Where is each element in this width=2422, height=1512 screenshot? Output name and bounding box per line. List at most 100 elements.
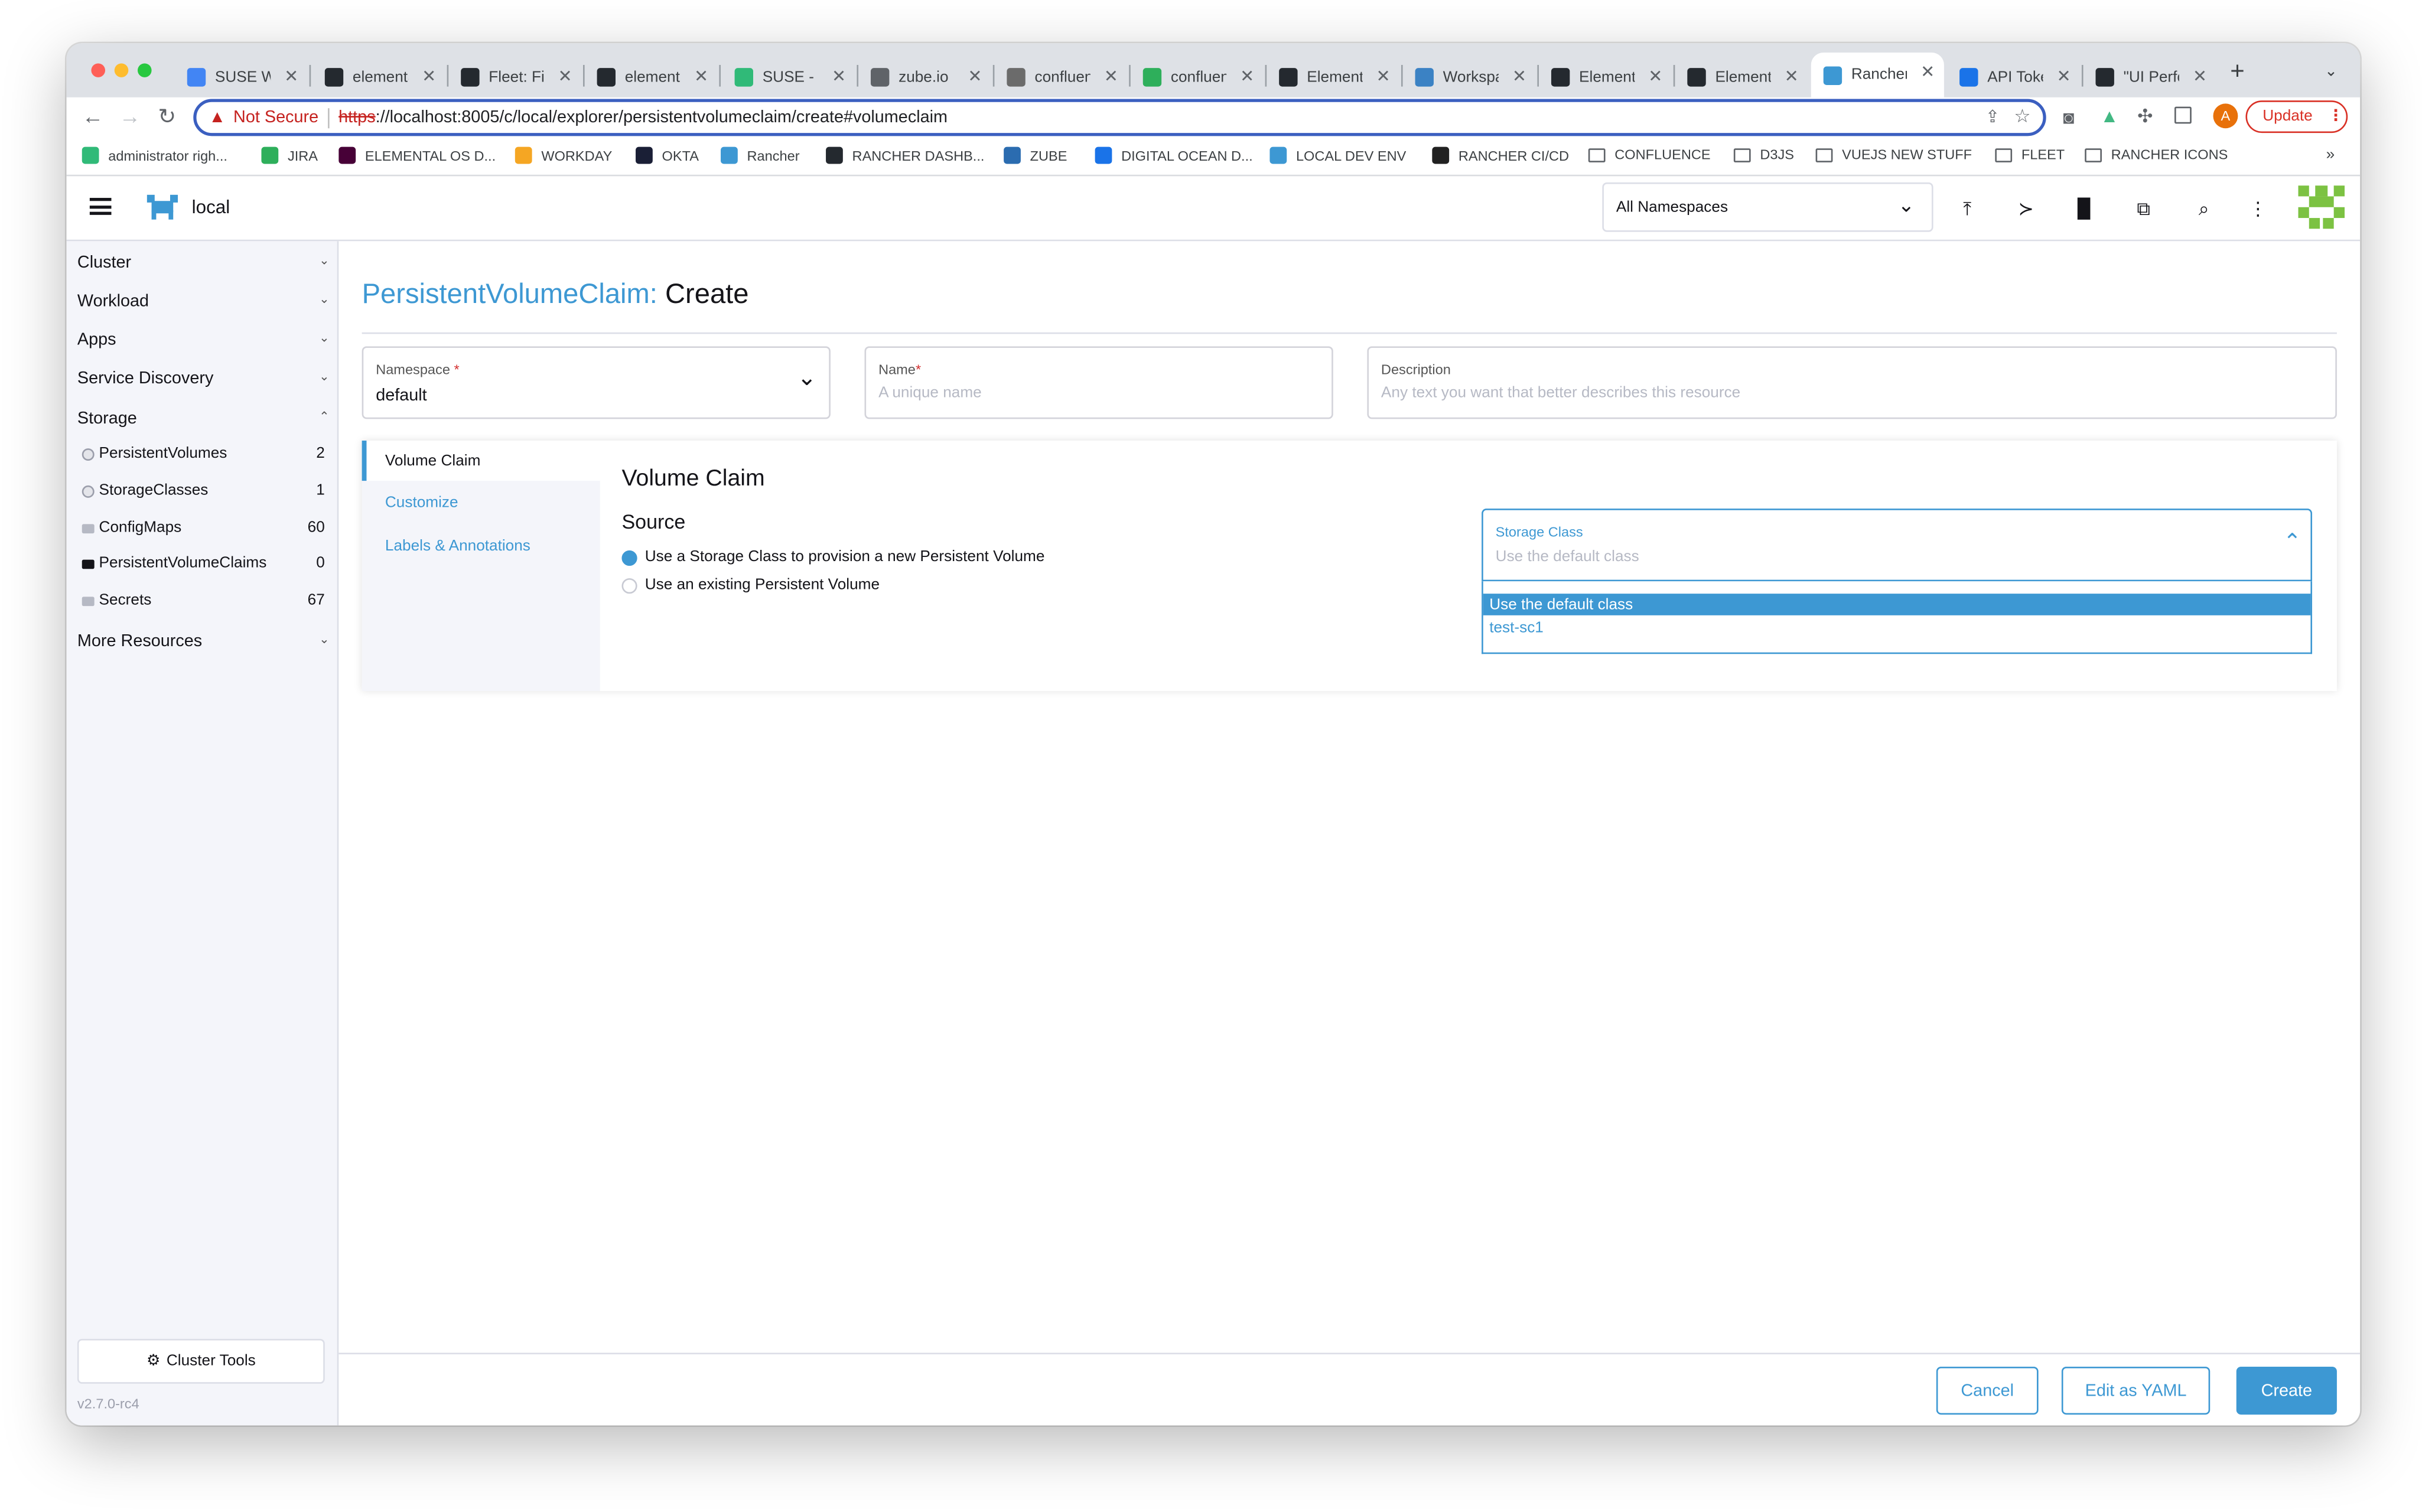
bookmark-item[interactable]: LOCAL DEV ENV (1269, 146, 1406, 164)
kubectl-shell-icon[interactable]: ≻ (2014, 196, 2039, 221)
bookmark-item[interactable]: ELEMENTAL OS D... (338, 146, 496, 164)
bookmark-item[interactable]: VUEJS NEW STUFF (1815, 147, 1972, 162)
radio-existing-volume[interactable]: Use an existing Persistent Volume (621, 576, 880, 594)
maximize-window-button[interactable] (138, 63, 152, 77)
tab-labels-annotations[interactable]: Labels & Annotations (385, 538, 530, 555)
nav-group-storage[interactable]: Storage ⌃ (77, 410, 330, 428)
user-avatar-identicon[interactable] (2298, 185, 2345, 229)
close-tab-icon[interactable]: ✕ (1648, 67, 1662, 86)
cluster-tools-button[interactable]: ⚙ Cluster Tools (77, 1338, 325, 1384)
bookmark-item[interactable]: D3JS (1733, 147, 1794, 162)
reload-icon[interactable]: ↻ (152, 103, 183, 129)
not-secure-label[interactable]: Not Secure (233, 108, 318, 126)
sidebar-item[interactable]: ConfigMaps 60 (82, 520, 325, 536)
browser-tab[interactable]: Fleet: Fix ✕ (448, 57, 581, 97)
close-tab-icon[interactable]: ✕ (832, 67, 846, 86)
nav-group-service-discovery[interactable]: Service Discovery ⌄ (77, 370, 330, 388)
sidebar-item[interactable]: PersistentVolumeClaims 0 (82, 555, 325, 572)
close-tab-icon[interactable]: ✕ (1920, 62, 1935, 82)
new-tab-button[interactable]: + (2230, 58, 2244, 86)
import-yaml-icon[interactable]: ⤒ (1955, 196, 1980, 221)
radio-storage-class[interactable]: Use a Storage Class to provision a new P… (621, 549, 1044, 566)
more-bookmarks-button[interactable]: » (2326, 147, 2335, 164)
address-bar[interactable]: ▲ Not Secure https ://localhost:8005/c/l… (193, 99, 2046, 136)
bookmark-item[interactable]: CONFLUENCE (1588, 147, 1711, 162)
camera-extension-icon[interactable]: ◙ (2063, 107, 2075, 129)
browser-tab[interactable]: Rancher ✕ (1811, 52, 1944, 97)
close-tab-icon[interactable]: ✕ (1104, 67, 1118, 86)
minimize-window-button[interactable] (114, 63, 129, 77)
close-tab-icon[interactable]: ✕ (968, 67, 982, 86)
browser-tab[interactable]: confluen ✕ (994, 57, 1127, 97)
bookmark-item[interactable]: ZUBE (1004, 146, 1067, 164)
browser-tab[interactable]: Elementa ✕ (1675, 57, 1808, 97)
close-tab-icon[interactable]: ✕ (422, 67, 436, 86)
bookmark-item[interactable]: DIGITAL OCEAN D... (1095, 146, 1253, 164)
sidebar-item[interactable]: PersistentVolumes 2 (82, 445, 325, 462)
nav-group-cluster[interactable]: Cluster ⌄ (77, 253, 330, 272)
tab-customize[interactable]: Customize (385, 495, 458, 512)
name-input[interactable]: Name* A unique name (864, 346, 1333, 419)
close-tab-icon[interactable]: ✕ (694, 67, 708, 86)
bookmark-item[interactable]: RANCHER ICONS (2085, 147, 2228, 162)
browser-tab[interactable]: zube.io ✕ (858, 57, 991, 97)
close-tab-icon[interactable]: ✕ (2193, 67, 2207, 86)
browser-tab[interactable]: elementa ✕ (585, 57, 718, 97)
close-tab-icon[interactable]: ✕ (1376, 67, 1391, 86)
extensions-puzzle-icon[interactable]: ✣ (2137, 105, 2153, 127)
close-tab-icon[interactable]: ✕ (558, 67, 572, 86)
browser-tab[interactable]: SUSE W ✕ (175, 57, 308, 97)
close-tab-icon[interactable]: ✕ (284, 67, 298, 86)
close-tab-icon[interactable]: ✕ (2056, 67, 2071, 86)
bookmark-item[interactable]: WORKDAY (515, 146, 612, 164)
hamburger-menu-icon[interactable] (89, 198, 112, 215)
resource-search-icon[interactable]: ⌕ (2192, 196, 2216, 221)
bookmark-item[interactable]: FLEET (1995, 147, 2065, 162)
dropdown-option-default[interactable]: Use the default class (1483, 594, 2311, 615)
browser-tab[interactable]: SUSE - S ✕ (722, 57, 855, 97)
nav-group-apps[interactable]: Apps ⌄ (77, 331, 330, 349)
profile-avatar[interactable]: A (2213, 103, 2238, 129)
browser-tab[interactable]: Elementa ✕ (1539, 57, 1672, 97)
bookmark-item[interactable]: RANCHER CI/CD (1432, 146, 1569, 164)
browser-tab[interactable]: "UI Perfo ✕ (2084, 57, 2216, 97)
browser-tab[interactable]: elementa ✕ (312, 57, 445, 97)
edit-as-yaml-button[interactable]: Edit as YAML (2061, 1366, 2211, 1415)
bookmark-item[interactable]: OKTA (636, 146, 699, 164)
bookmark-item[interactable]: administrator righ... (82, 146, 227, 164)
storage-class-select[interactable]: Storage Class Use the default class ⌃ (1482, 509, 2313, 582)
description-input[interactable]: Description Any text you want that bette… (1367, 346, 2337, 419)
namespace-select[interactable]: Namespace * default ⌄ (362, 346, 831, 419)
browser-tab[interactable]: Workspa ✕ (1403, 57, 1536, 97)
download-kubeconfig-icon[interactable]: ▉ (2072, 196, 2097, 221)
tab-search-chevron-icon[interactable]: ⌄ (2325, 63, 2338, 80)
bookmark-item[interactable]: RANCHER DASHB... (826, 146, 984, 164)
back-arrow-icon[interactable]: ← (77, 103, 108, 128)
update-button[interactable]: Update ⋮ (2245, 100, 2348, 133)
copy-kubeconfig-icon[interactable]: ⧉ (2131, 196, 2156, 221)
bookmark-item[interactable]: JIRA (261, 146, 318, 164)
page-title-resource-link[interactable]: PersistentVolumeClaim: (362, 278, 657, 309)
more-actions-kebab-icon[interactable]: ⋮ (2245, 196, 2270, 221)
tab-volume-claim[interactable]: Volume Claim (362, 441, 600, 481)
nav-group-more-resources[interactable]: More Resources ⌄ (77, 633, 330, 651)
close-tab-icon[interactable]: ✕ (1512, 67, 1526, 86)
close-window-button[interactable] (91, 63, 106, 77)
close-tab-icon[interactable]: ✕ (1785, 67, 1799, 86)
vue-devtools-icon[interactable]: ▲ (2100, 105, 2118, 127)
browser-tab[interactable]: Elementa ✕ (1267, 57, 1399, 97)
forward-arrow-icon[interactable]: → (115, 103, 145, 128)
side-panel-icon[interactable] (2174, 106, 2192, 124)
close-tab-icon[interactable]: ✕ (1240, 67, 1254, 86)
share-icon[interactable]: ⇪ (1985, 107, 2000, 126)
create-button[interactable]: Create (2236, 1366, 2337, 1415)
bookmark-item[interactable]: Rancher (721, 146, 800, 164)
browser-tab[interactable]: confluen ✕ (1131, 57, 1264, 97)
nav-group-workload[interactable]: Workload ⌄ (77, 292, 330, 311)
sidebar-item[interactable]: StorageClasses 1 (82, 483, 325, 499)
browser-tab[interactable]: API Toke ✕ (1947, 57, 2080, 97)
cancel-button[interactable]: Cancel (1936, 1366, 2039, 1415)
sidebar-item[interactable]: Secrets 67 (82, 592, 325, 609)
bookmark-star-icon[interactable]: ☆ (2014, 105, 2030, 127)
dropdown-option-test-sc1[interactable]: test-sc1 (1483, 617, 2311, 638)
